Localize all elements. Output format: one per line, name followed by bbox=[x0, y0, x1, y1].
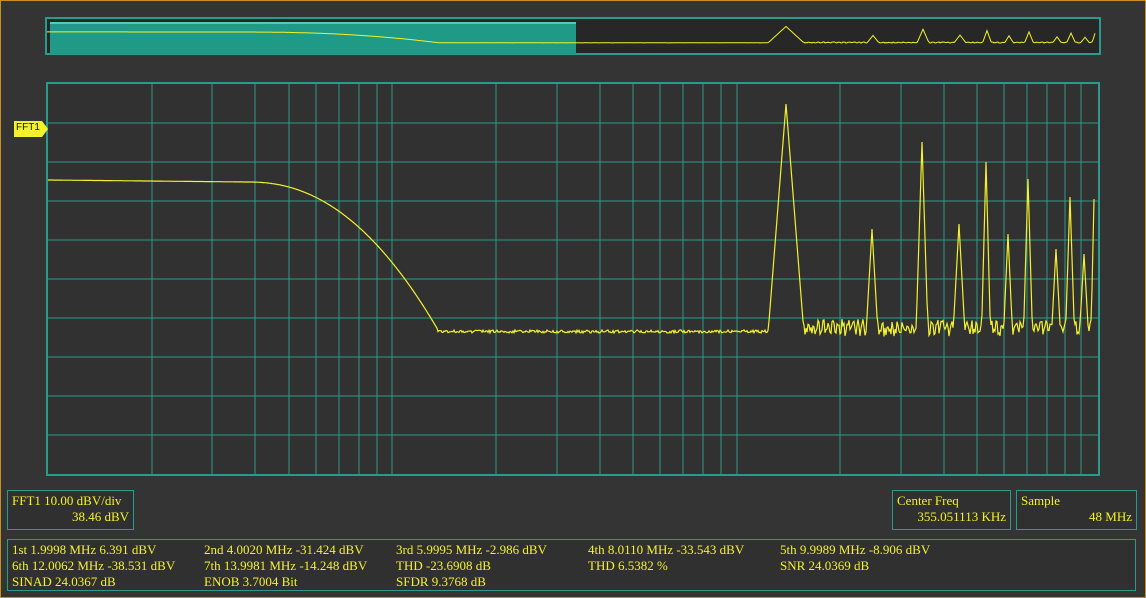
meas-sfdr: SFDR 9.3768 dB bbox=[396, 574, 486, 589]
overview-strip[interactable] bbox=[45, 17, 1101, 55]
meas-7th: 7th 13.9981 MHz -14.248 dBV bbox=[204, 558, 368, 573]
meas-5th: 5th 9.9989 MHz -8.906 dBV bbox=[780, 542, 931, 557]
fft-trace bbox=[48, 103, 1095, 338]
center-freq-box[interactable]: Center Freq 355.051113 KHz bbox=[892, 490, 1011, 530]
measurement-panel: 1st 1.9998 MHz 6.391 dBV 2nd 4.0020 MHz … bbox=[7, 539, 1136, 591]
center-freq-value: 355.051113 KHz bbox=[917, 509, 1006, 524]
sample-title: Sample bbox=[1021, 493, 1060, 508]
spectrum-plot[interactable] bbox=[46, 82, 1100, 476]
meas-1st: 1st 1.9998 MHz 6.391 dBV bbox=[12, 542, 157, 557]
scale-title: FFT1 10.00 dBV/div bbox=[12, 493, 122, 508]
center-freq-title: Center Freq bbox=[897, 493, 959, 508]
meas-sinad: SINAD 24.0367 dB bbox=[12, 574, 116, 589]
meas-enob: ENOB 3.7004 Bit bbox=[204, 574, 298, 589]
meas-4th: 4th 8.0110 MHz -33.543 dBV bbox=[588, 542, 745, 557]
sample-value: 48 MHz bbox=[1089, 509, 1132, 524]
meas-thd-percent: THD 6.5382 % bbox=[588, 558, 668, 573]
scale-box[interactable]: FFT1 10.00 dBV/div 38.46 dBV bbox=[7, 490, 134, 530]
meas-2nd: 2nd 4.0020 MHz -31.424 dBV bbox=[204, 542, 364, 557]
meas-6th: 6th 12.0062 MHz -38.531 dBV bbox=[12, 558, 176, 573]
spectrum-grid bbox=[48, 84, 1098, 474]
meas-thd-db: THD -23.6908 dB bbox=[396, 558, 491, 573]
fft1-trace-marker[interactable]: FFT1 bbox=[14, 121, 48, 137]
meas-snr: SNR 24.0369 dB bbox=[780, 558, 870, 573]
scale-offset: 38.46 dBV bbox=[71, 509, 129, 524]
overview-trace bbox=[47, 25, 1096, 44]
meas-3rd: 3rd 5.9995 MHz -2.986 dBV bbox=[396, 542, 547, 557]
sample-box[interactable]: Sample 48 MHz bbox=[1016, 490, 1137, 530]
fft1-marker-label: FFT1 bbox=[16, 122, 40, 133]
